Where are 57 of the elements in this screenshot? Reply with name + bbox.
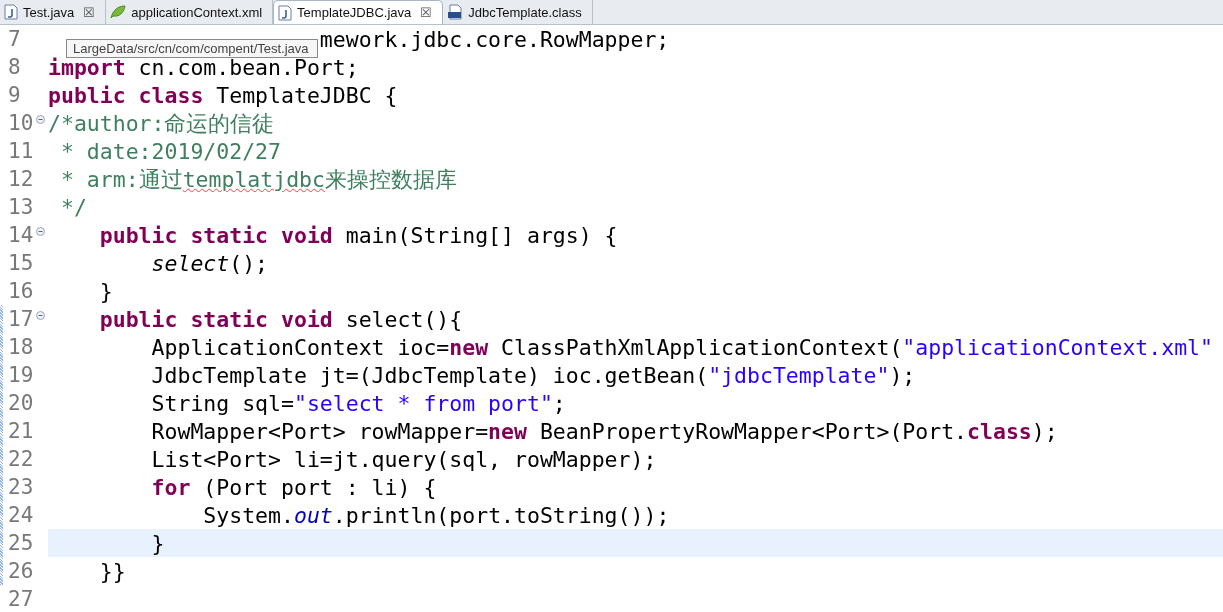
line-number: 19 <box>8 363 34 387</box>
line-number: 13 <box>8 195 34 219</box>
line-number: 10 <box>8 111 34 135</box>
line-number: 9 <box>8 83 21 107</box>
code-line: mework.jdbc.core.RowMapper; <box>319 26 670 52</box>
line-number: 25 <box>8 531 34 555</box>
code-line: select(); <box>151 250 269 276</box>
editor-tab[interactable]: JdbcTemplate.class <box>443 0 593 24</box>
close-icon[interactable]: ☒ <box>83 4 96 20</box>
code-line: public class TemplateJDBC { <box>48 82 398 108</box>
code-line: System.out.println(port.toString()); <box>203 502 670 528</box>
code-line: * date:2019/02/27 <box>60 138 281 164</box>
code-line: List<Port> li=jt.query(sql, rowMapper); <box>151 446 657 472</box>
code-line: } <box>99 278 113 304</box>
collapse-icon[interactable] <box>36 311 45 320</box>
line-number: 26 <box>8 559 34 583</box>
close-icon[interactable]: ☒ <box>420 5 433 20</box>
code-line: String sql="select * from port"; <box>151 390 566 416</box>
code-line: JdbcTemplate jt=(JdbcTemplate) ioc.getBean("jdbcTemplate"); <box>151 362 916 388</box>
line-number: 12 <box>8 167 34 191</box>
code-line: RowMapper<Port> rowMapper=new BeanPropertyRowMapper<Port>(Port.class); <box>151 418 1058 444</box>
code-line: } <box>151 530 165 556</box>
java-file-icon <box>4 4 18 20</box>
line-number: 15 <box>8 251 34 275</box>
line-number: 22 <box>8 447 34 471</box>
line-number: 14 <box>8 223 34 247</box>
leaf-icon <box>110 5 127 19</box>
tab-label: Test.java <box>23 4 75 20</box>
line-number: 8 <box>8 55 21 79</box>
java-file-icon <box>278 4 293 21</box>
code-line: ApplicationContext ioc=new ClassPathXmlApplicationContext("applicationContext.xml" <box>151 334 1213 360</box>
line-number: 23 <box>8 475 34 499</box>
code-line: }} <box>99 558 126 584</box>
code-line: */ <box>60 194 87 220</box>
line-number: 27 <box>8 587 34 611</box>
tab-label: applicationContext.xml <box>131 4 263 20</box>
editor-tab[interactable]: Test.java ☒ <box>0 0 107 24</box>
code-line: /*author:命运的信徒 <box>48 109 275 138</box>
code-line: * arm:通过templatjdbc来操控数据库 <box>60 165 457 194</box>
binary-file-icon <box>447 4 464 20</box>
tab-label: JdbcTemplate.class <box>468 4 582 20</box>
tooltip: LargeData/src/cn/com/compent/Test.java <box>66 39 318 58</box>
collapse-icon[interactable] <box>36 115 45 124</box>
line-number: 11 <box>8 139 34 163</box>
tab-label: TemplateJDBC.java <box>297 5 412 20</box>
line-number: 7 <box>8 27 21 51</box>
line-number: 17 <box>8 307 34 331</box>
collapse-icon[interactable] <box>36 227 45 236</box>
line-number: 16 <box>8 279 34 303</box>
code-line: public static void select(){ <box>99 306 463 332</box>
line-number: 18 <box>8 335 34 359</box>
line-number: 21 <box>8 419 34 443</box>
line-number: 20 <box>8 391 34 415</box>
line-number: 24 <box>8 503 34 527</box>
editor-tab[interactable]: TemplateJDBC.java ☒ <box>273 0 444 24</box>
code-line: public static void main(String[] args) { <box>99 222 618 248</box>
code-line: for (Port port : li) { <box>151 474 437 500</box>
